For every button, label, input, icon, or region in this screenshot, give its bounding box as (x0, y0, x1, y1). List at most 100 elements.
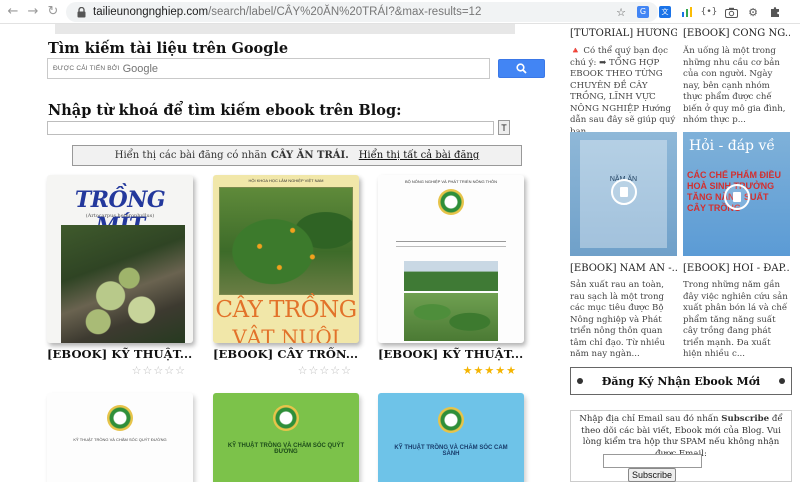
star-empty-icon: ☆ (330, 364, 341, 377)
star-empty-icon: ☆ (142, 364, 153, 377)
cover-title-text: CÂY TRỒNG (215, 297, 357, 323)
cover-photo-top (404, 261, 498, 291)
post-cover-image[interactable]: BỘ NÔNG NGHIỆP VÀ PHÁT TRIỂN NÔNG THÔN (378, 175, 524, 343)
code-icon[interactable]: {•} (700, 3, 718, 21)
label-filter-name: CÂY ĂN TRÁI. (270, 150, 349, 161)
subscribe-button[interactable]: Subscribe (628, 468, 676, 482)
google-search-button[interactable] (498, 59, 545, 78)
subscribe-email-input[interactable] (603, 454, 702, 468)
subscribe-heading: Đăng Ký Nhận Ebook Mới (570, 367, 792, 395)
star-empty-icon: ☆ (175, 364, 185, 377)
puzzle-icon[interactable] (766, 3, 784, 21)
bullet-icon (577, 378, 583, 384)
star-empty-icon: ☆ (164, 364, 175, 377)
star-full-icon: ★ (495, 364, 506, 377)
cover-title-text: KỸ THUẬT TRỒNG VÀ CHĂM SÓC QUÝT ĐƯỜNG (227, 443, 345, 455)
sidebar-post-card[interactable]: [EBOOK] HỎI - ĐÁP... Trong những năm gần… (683, 263, 790, 361)
star-full-icon: ★ (462, 364, 473, 377)
sidebar-post-title[interactable]: [TUTORIAL] HƯỚNG... (570, 28, 677, 39)
extension-bar: ☆ G 文 {•} ⚙ (612, 3, 788, 21)
post-cover-image[interactable]: HỘI KHOA HỌC LÂM NGHIỆP VIỆT NAM CÂY TRỒ… (213, 175, 359, 343)
star-empty-icon: ☆ (341, 364, 351, 377)
book-icon (611, 179, 637, 205)
ministry-logo-icon (438, 189, 464, 215)
google-search-input[interactable]: ĐƯỢC CẢI TIẾN BỞI Google (47, 58, 490, 79)
star-icon[interactable]: ☆ (612, 3, 630, 21)
label-filter-prefix: Hiển thị các bài đăng có nhãn (114, 150, 267, 161)
blog-search-input[interactable] (47, 121, 494, 135)
bullet-icon (779, 378, 785, 384)
sidebar-post-thumbnail[interactable]: NĂM ĂN (570, 132, 677, 256)
google-brand-label: Google (122, 62, 159, 75)
subscribe-text-1: Nhập địa chỉ Email sau đó nhấn (579, 414, 719, 424)
back-arrow-icon[interactable]: ← (3, 2, 23, 22)
cover-rule (396, 241, 506, 247)
sidebar-post-excerpt: Sản xuất rau an toàn, rau sạch là một tr… (570, 280, 666, 359)
sidebar-post-card[interactable]: [TUTORIAL] HƯỚNG... 🔺 Có thể quý bạn đọc… (570, 28, 677, 138)
star-rating: ☆ ☆ ☆ ☆ ☆ (298, 365, 351, 376)
cover-subtitle-text: (Artocarpus heterophyllus) (85, 213, 155, 219)
google-search-heading: Tìm kiếm tài liệu trên Google (48, 40, 289, 57)
post-title[interactable]: [EBOOK] KỸ THUẬT... (47, 347, 193, 361)
star-full-icon: ★ (484, 364, 495, 377)
browser-toolbar: ← → ↻ tailieunongnghiep.com/search/label… (0, 0, 800, 24)
orchard-photo (219, 187, 353, 295)
book-icon (724, 184, 750, 210)
star-empty-icon: ☆ (131, 364, 142, 377)
sidebar-post-excerpt: Ăn uống là một trong những nhu cầu cơ bả… (683, 46, 786, 125)
cover-title-text: KỸ THUẬT TRỒNG VÀ CHĂM SÓC CAM SÀNH (394, 445, 508, 457)
sidebar-post-title[interactable]: [EBOOK] NĂM ĂN -... (570, 263, 677, 274)
cover-top-text: HỘI KHOA HỌC LÂM NGHIỆP VIỆT NAM (248, 178, 324, 183)
sidebar-post-card[interactable]: [EBOOK] NĂM ĂN -... Sản xuất rau an toàn… (570, 263, 677, 361)
cover-subtitle-text: VẬT NUÔI (232, 325, 340, 343)
star-empty-icon: ☆ (319, 364, 330, 377)
google-search-placeholder: ĐƯỢC CẢI TIẾN BỞI (53, 65, 120, 72)
cover-photo-bottom (404, 293, 498, 341)
camera-icon[interactable] (722, 3, 740, 21)
jackfruit-photo (61, 225, 185, 343)
google-translate-icon[interactable]: G (634, 3, 652, 21)
subscribe-heading-text: Đăng Ký Nhận Ebook Mới (601, 374, 761, 388)
post-cover-image[interactable]: TRỒNG MÍT (Artocarpus heterophyllus) (47, 175, 193, 343)
ministry-logo-icon (107, 405, 133, 431)
star-full-icon: ★ (473, 364, 484, 377)
sidebar-post-title[interactable]: [EBOOK] CÔNG NG... (683, 28, 790, 39)
subscribe-text-bold: Subscribe (721, 414, 770, 424)
star-full-icon: ★ (506, 364, 516, 377)
star-rating: ☆ ☆ ☆ ☆ ☆ (132, 365, 185, 376)
sidebar-post-title[interactable]: [EBOOK] HỎI - ĐÁP... (683, 263, 790, 274)
star-empty-icon: ☆ (153, 364, 164, 377)
url-text: tailieunongnghiep.com/search/label/CÂY%2… (93, 6, 482, 18)
top-banner-remnant (55, 24, 515, 34)
gear-icon[interactable]: ⚙ (744, 3, 762, 21)
translate-icon[interactable]: 文 (656, 3, 674, 21)
search-icon (516, 63, 527, 74)
post-cover-image[interactable]: KỸ THUẬT TRỒNG VÀ CHĂM SÓC QUÝT ĐƯỜNG (47, 393, 193, 482)
forward-arrow-icon[interactable]: → (23, 2, 43, 22)
blog-search-heading: Nhập từ khoá để tìm kiếm ebook trên Blog… (48, 102, 402, 119)
cover-title-text: KỸ THUẬT TRỒNG VÀ CHĂM SÓC QUÝT ĐƯỜNG (73, 437, 167, 442)
post-cover-image[interactable]: KỸ THUẬT TRỒNG VÀ CHĂM SÓC CAM SÀNH (378, 393, 524, 482)
post-cover-image[interactable]: KỸ THUẬT TRỒNG VÀ CHĂM SÓC QUÝT ĐƯỜNG (213, 393, 359, 482)
cover-top-text: BỘ NÔNG NGHIỆP VÀ PHÁT TRIỂN NÔNG THÔN (405, 179, 497, 184)
thumb-title-text: Hỏi - đáp về (689, 138, 775, 154)
sidebar-post-excerpt: 🔺 Có thể quý bạn đọc chú ý: ➡ TỔNG HỢP E… (570, 46, 676, 137)
sidebar-post-card[interactable]: [EBOOK] CÔNG NG... Ăn uống là một trong … (683, 28, 790, 127)
ministry-logo-icon (438, 407, 464, 433)
reload-icon[interactable]: ↻ (43, 2, 63, 22)
star-rating: ★ ★ ★ ★ ★ (463, 365, 516, 376)
star-empty-icon: ☆ (297, 364, 308, 377)
bar-chart-icon[interactable] (678, 3, 696, 21)
sidebar-post-excerpt: Trong những năm gần đây việc nghiên cứu … (683, 280, 788, 359)
post-title[interactable]: [EBOOK] CÂY TRỒN... (213, 347, 359, 361)
star-empty-icon: ☆ (308, 364, 319, 377)
address-bar[interactable]: tailieunongnghiep.com/search/label/CÂY%2… (66, 2, 658, 22)
sidebar-post-thumbnail[interactable]: Hỏi - đáp về CÁC CHẾ PHẨM ĐIỀU HOÀ SINH … (683, 132, 790, 256)
ministry-logo-icon (273, 405, 299, 431)
lock-icon (75, 6, 87, 18)
blog-search-button[interactable]: T (498, 120, 510, 135)
show-all-posts-link[interactable]: Hiển thị tất cả bài đăng (359, 150, 480, 161)
label-filter-bar: Hiển thị các bài đăng có nhãn CÂY ĂN TRÁ… (72, 145, 522, 166)
subscribe-box: Nhập địa chỉ Email sau đó nhấn Subscribe… (570, 410, 792, 482)
post-title[interactable]: [EBOOK] KỸ THUẬT... (378, 347, 524, 361)
